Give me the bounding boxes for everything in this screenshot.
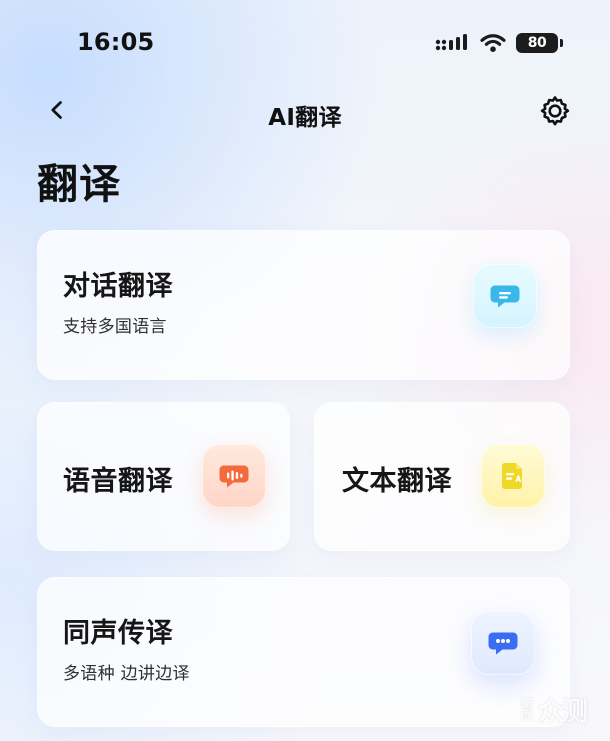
text-translation-card[interactable]: 文本翻译 bbox=[314, 402, 570, 551]
wifi-icon bbox=[480, 34, 506, 52]
battery-level: 80 bbox=[527, 35, 547, 51]
status-icons: 80 bbox=[434, 33, 563, 53]
battery-icon: 80 bbox=[516, 33, 563, 53]
text-document-icon bbox=[481, 444, 545, 508]
page-title: 翻译 bbox=[37, 160, 121, 208]
voice-translation-title: 语音翻译 bbox=[63, 466, 173, 497]
dialog-translation-title: 对话翻译 bbox=[63, 271, 173, 302]
gear-icon bbox=[540, 96, 570, 126]
simultaneous-interpretation-title: 同声传译 bbox=[63, 618, 173, 649]
voice-bubble-icon bbox=[202, 444, 266, 508]
nav-title: AI翻译 bbox=[268, 105, 342, 131]
signal-icon bbox=[435, 34, 467, 51]
settings-button[interactable] bbox=[535, 91, 575, 131]
message-dots-icon bbox=[471, 611, 535, 675]
top-nav-bar: AI翻译 bbox=[0, 88, 610, 134]
simultaneous-interpretation-subtitle: 多语种 边讲边译 bbox=[63, 664, 190, 684]
voice-translation-card[interactable]: 语音翻译 bbox=[37, 402, 290, 551]
simultaneous-interpretation-card[interactable]: 同声传译 多语种 边讲边译 bbox=[37, 577, 570, 727]
text-translation-title: 文本翻译 bbox=[342, 466, 452, 497]
chat-bubble-icon bbox=[473, 264, 537, 328]
dialog-translation-card[interactable]: 对话翻译 支持多国语言 bbox=[37, 230, 570, 380]
dialog-translation-subtitle: 支持多国语言 bbox=[63, 317, 167, 337]
status-time: 16:05 bbox=[77, 28, 155, 56]
status-bar: 16:05 80 bbox=[0, 0, 610, 88]
